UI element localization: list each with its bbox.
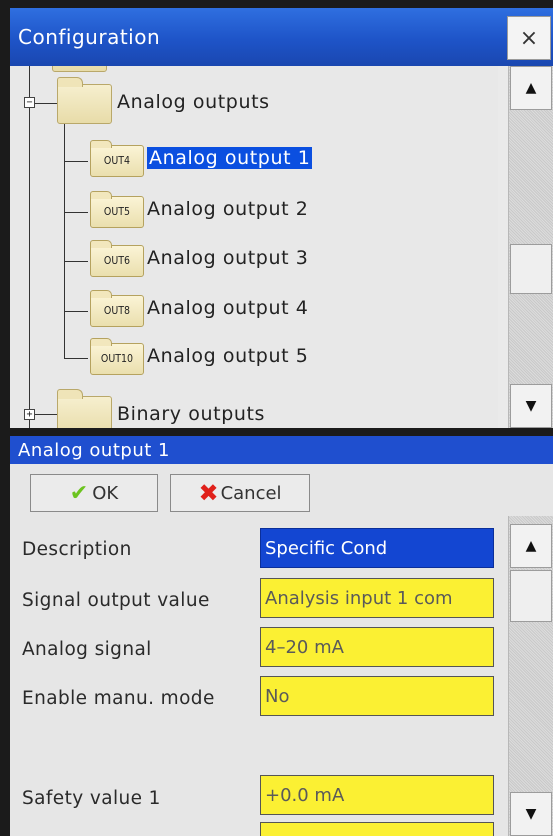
analog-signal-label: Analog signal <box>22 639 152 660</box>
cancel-button[interactable]: ✖ Cancel <box>170 474 310 512</box>
analog-output-titlebar: Analog output 1 <box>10 436 553 464</box>
tree-line <box>29 66 30 428</box>
arrow-down-icon: ▼ <box>525 806 537 822</box>
ok-label: OK <box>92 482 119 504</box>
output-node-icon: OUT5 <box>90 191 144 228</box>
form-scrollbar[interactable]: ▲ ▼ <box>508 516 553 836</box>
settings-form: Description Specific Cond Signal output … <box>10 516 508 836</box>
cancel-x-icon: ✖ <box>198 479 219 507</box>
signal-output-value-label: Signal output value <box>22 590 210 611</box>
scroll-down-button[interactable]: ▼ <box>510 792 552 836</box>
tree-item-analog-output-5[interactable]: Analog output 5 <box>147 345 308 367</box>
ok-button[interactable]: ✔ OK <box>30 474 158 512</box>
folder-icon <box>52 66 107 72</box>
tree-item-analog-output-2[interactable]: Analog output 2 <box>147 198 308 220</box>
signal-output-value-field[interactable]: Analysis input 1 com <box>260 578 494 618</box>
tree-line <box>64 161 88 162</box>
arrow-down-icon: ▼ <box>525 398 537 414</box>
configuration-window: Configuration × − Analog outputs OUT4 An… <box>10 8 553 428</box>
button-bar: ✔ OK ✖ Cancel <box>10 464 553 516</box>
close-icon: × <box>519 25 539 51</box>
tree-line <box>64 311 88 312</box>
collapse-icon[interactable]: − <box>24 97 35 108</box>
scroll-up-button[interactable]: ▲ <box>510 66 552 110</box>
window-title: Analog output 1 <box>18 439 170 461</box>
enable-manual-mode-field[interactable]: No <box>260 676 494 716</box>
folder-icon <box>57 77 112 124</box>
checkmark-icon: ✔ <box>69 480 89 506</box>
enable-manual-mode-label: Enable manu. mode <box>22 688 215 709</box>
expand-icon[interactable]: + <box>24 409 35 420</box>
cancel-label: Cancel <box>220 482 282 504</box>
arrow-up-icon: ▲ <box>525 80 537 96</box>
window-title: Configuration <box>18 25 161 49</box>
tree-group-binary-outputs[interactable]: Binary outputs <box>117 403 265 425</box>
scroll-down-button[interactable]: ▼ <box>510 384 552 428</box>
configuration-titlebar: Configuration <box>10 8 553 66</box>
tree-line <box>64 212 88 213</box>
scroll-up-button[interactable]: ▲ <box>510 524 552 568</box>
output-node-icon: OUT4 <box>90 140 144 177</box>
tree-line <box>35 103 57 104</box>
tree-item-analog-output-4[interactable]: Analog output 4 <box>147 297 308 319</box>
tree-line <box>64 261 88 262</box>
tree-line <box>64 124 65 358</box>
scroll-thumb[interactable] <box>510 244 552 294</box>
output-node-icon: OUT6 <box>90 240 144 277</box>
tree-line <box>35 414 57 415</box>
description-field[interactable]: Specific Cond <box>260 528 494 568</box>
folder-icon <box>57 389 112 428</box>
safety-value-1-field[interactable]: +0.0 mA <box>260 775 494 815</box>
next-field-partial[interactable] <box>260 822 494 836</box>
output-node-icon: OUT10 <box>90 338 144 375</box>
output-node-icon: OUT8 <box>90 290 144 327</box>
configuration-tree[interactable]: − Analog outputs OUT4 Analog output 1 OU… <box>10 66 498 428</box>
scroll-thumb[interactable] <box>510 570 552 622</box>
tree-item-analog-output-1[interactable]: Analog output 1 <box>147 147 313 169</box>
analog-output-window: Analog output 1 ✔ OK ✖ Cancel Descriptio… <box>10 436 553 836</box>
analog-signal-field[interactable]: 4–20 mA <box>260 627 494 667</box>
tree-scrollbar[interactable]: ▲ ▼ <box>508 66 553 428</box>
close-button[interactable]: × <box>507 16 551 60</box>
safety-value-1-label: Safety value 1 <box>22 788 161 809</box>
tree-item-analog-output-3[interactable]: Analog output 3 <box>147 247 308 269</box>
tree-line <box>64 358 88 359</box>
description-label: Description <box>22 539 132 560</box>
tree-group-analog-outputs[interactable]: Analog outputs <box>117 91 270 113</box>
arrow-up-icon: ▲ <box>525 538 537 554</box>
